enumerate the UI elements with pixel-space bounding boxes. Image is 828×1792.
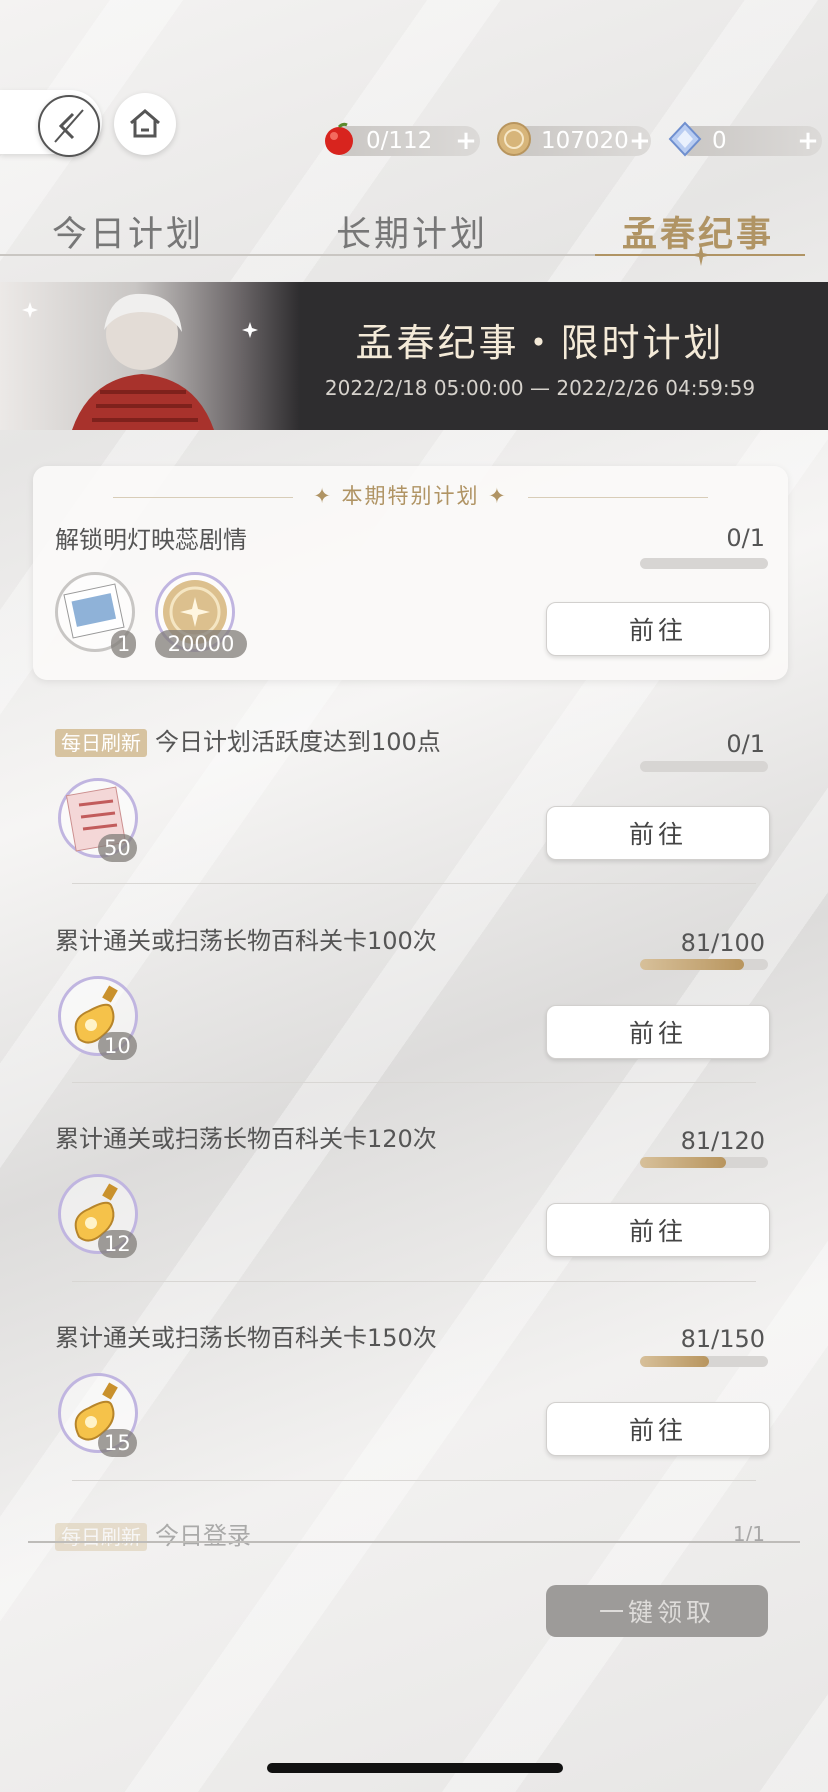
reward-qty: 10 [98,1032,137,1060]
divider [72,883,756,884]
stamina-value: 0/112 [366,128,433,154]
tab-underline [0,254,595,256]
sparkle-icon [690,244,712,266]
reward-qty: 1 [111,630,137,658]
daily-refresh-badge: 每日刷新 [55,729,147,757]
task-count: 81/100 [680,929,765,957]
reward-qty: 15 [98,1429,137,1457]
go-button[interactable]: 前往 [546,1402,770,1456]
task-title: 每日刷新 今日登录 [55,1516,251,1551]
task-count: 0/1 [726,730,765,758]
daily-refresh-badge: 每日刷新 [55,1523,147,1551]
task-count: 0/1 [726,524,765,552]
tab-long-term-plan[interactable]: 长期计划 [312,206,512,257]
banner-character-art [0,282,300,430]
diamond-value: 0 [712,128,727,154]
progress-bar [640,761,768,772]
resource-diamond: 0 + [668,121,822,157]
progress-fill [640,1356,710,1367]
apple-icon [325,122,353,155]
back-arrow-icon [54,109,84,143]
task-title: 累计通关或扫荡长物百科关卡120次 [55,1125,437,1153]
progress-bar [640,959,768,970]
claim-all-button[interactable]: 一键领取 [546,1585,768,1637]
resource-stamina: 0/112 + [325,122,480,156]
task-title-text: 今日计划活跃度达到100点 [155,728,441,756]
banner-title: 孟春纪事・限时计划 [355,321,725,365]
coin-icon [497,122,531,156]
add-diamond-button[interactable]: + [794,126,822,156]
task-title: 每日刷新 今日计划活跃度达到100点 [55,722,441,757]
banner-dates: 2022/2/18 05:00:00 — 2022/2/26 04:59:59 [324,376,756,400]
special-plan-title: 本期特别计划 [341,484,480,508]
progress-bar [640,1356,768,1367]
reward-qty: 12 [98,1230,137,1258]
task-title: 累计通关或扫荡长物百科关卡100次 [55,927,437,955]
reward-qty: 50 [98,834,137,862]
special-plan-card: ✦ 本期特别计划 ✦ 解锁明灯映蕊剧情 0/1 1 20000 前往 [33,466,788,680]
task-count: 81/150 [680,1325,765,1353]
task-title: 累计通关或扫荡长物百科关卡150次 [55,1324,437,1352]
special-plan-header: ✦ 本期特别计划 ✦ [33,480,788,510]
go-button[interactable]: 前往 [546,1005,770,1059]
go-button[interactable]: 前往 [546,602,770,656]
list-footer-divider [28,1541,800,1543]
home-button[interactable] [114,93,176,155]
home-icon [130,109,160,138]
add-gold-button[interactable]: + [629,126,651,156]
gold-value: 107020 [541,128,629,154]
back-button[interactable] [38,95,100,157]
progress-bar [640,1157,768,1168]
resource-gold: 107020 + [497,122,651,156]
task-title: 解锁明灯映蕊剧情 [55,526,247,554]
task-title-text: 今日登录 [155,1522,251,1550]
diamond-icon [668,121,702,157]
task-count: 81/120 [680,1127,765,1155]
progress-fill [640,959,744,970]
event-banner: 孟春纪事・限时计划 2022/2/18 05:00:00 — 2022/2/26… [0,282,828,430]
progress-bar [640,558,768,569]
divider [72,1281,756,1282]
divider [72,1480,756,1481]
tab-daily-plan[interactable]: 今日计划 [28,206,228,257]
add-stamina-button[interactable]: + [452,126,480,156]
progress-fill [640,1157,727,1168]
go-button[interactable]: 前往 [546,806,770,860]
divider [72,1082,756,1083]
reward-qty: 20000 [155,630,247,658]
home-indicator[interactable] [267,1763,563,1773]
go-button[interactable]: 前往 [546,1203,770,1257]
character-portrait-icon [22,293,258,430]
